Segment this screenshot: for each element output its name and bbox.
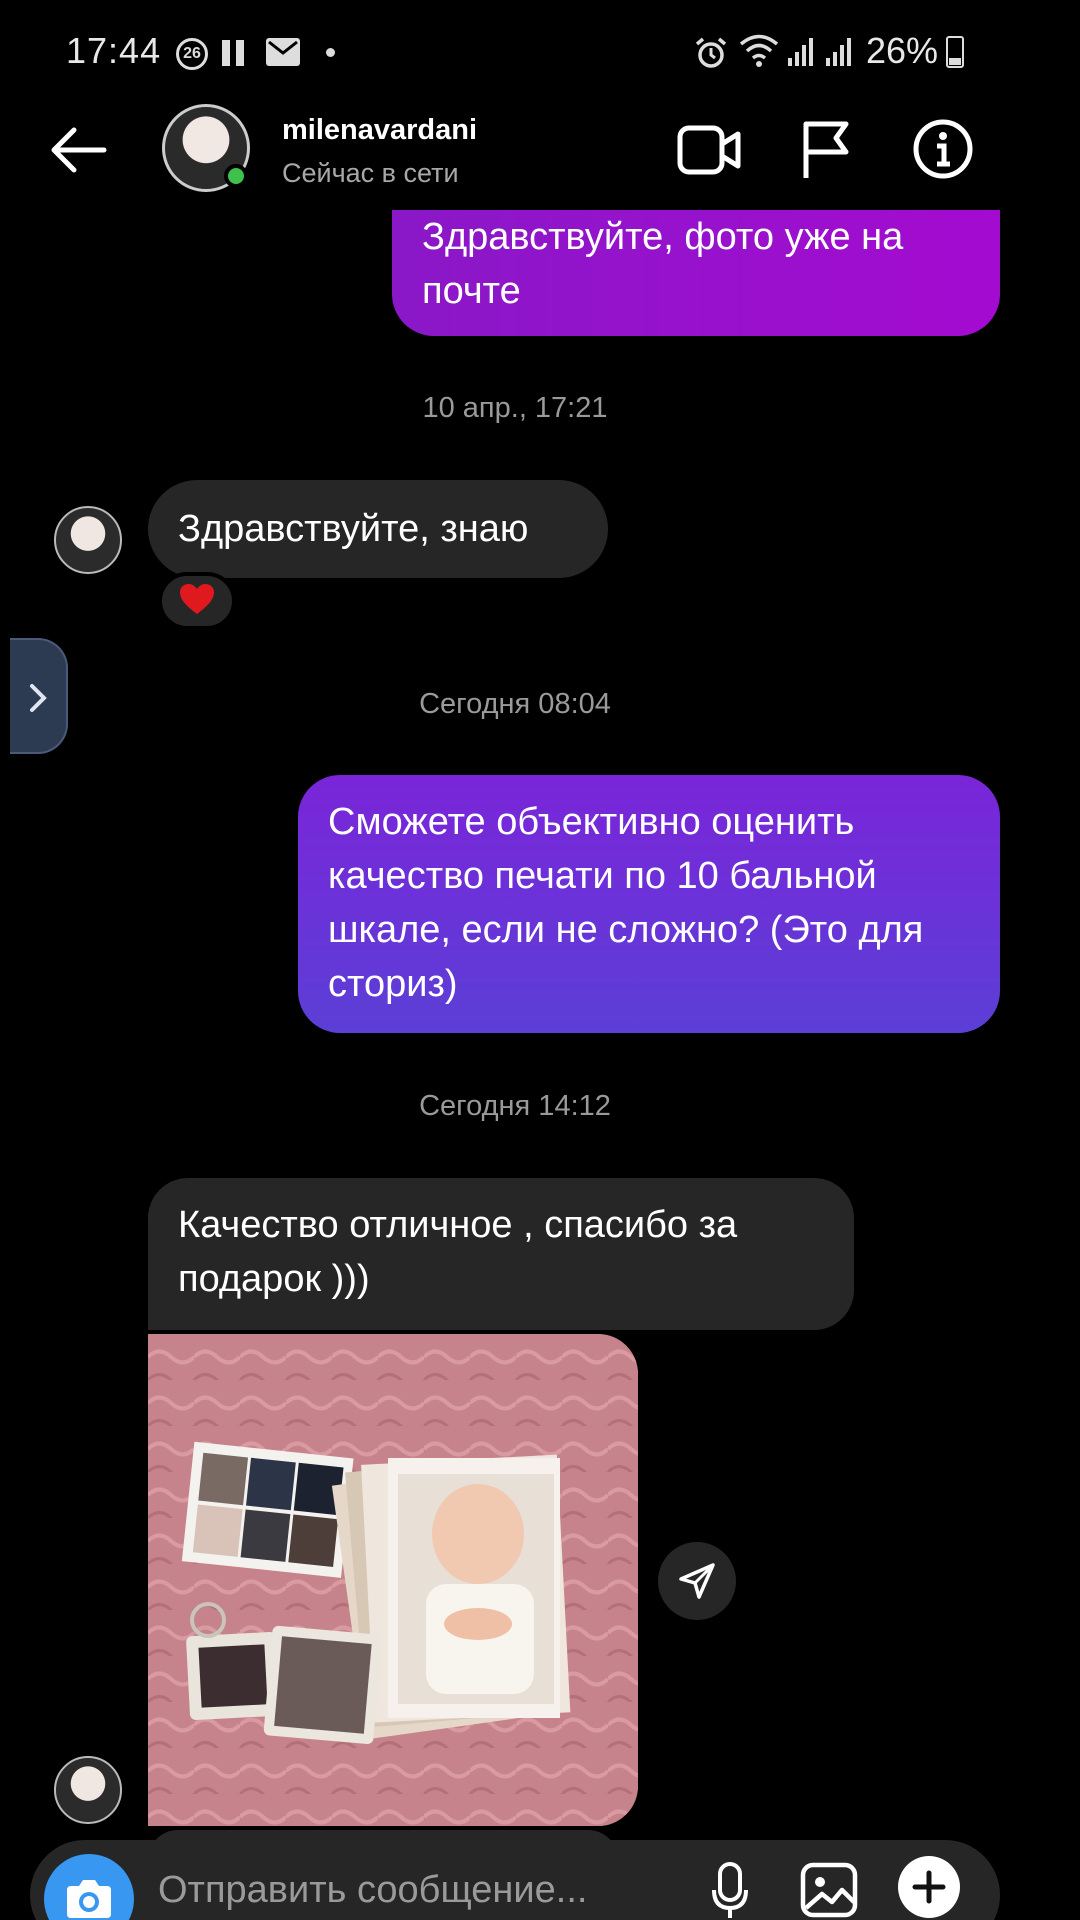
reaction-heart[interactable] [158,572,236,630]
status-time: 17:44 [66,30,162,71]
message-timestamp: 10 апр., 17:21 [422,392,608,424]
status-bar: 17:44 26 26% [0,0,1080,100]
alarm-icon [694,36,728,70]
message-input[interactable] [158,1860,588,1920]
gallery-icon[interactable] [800,1860,858,1920]
sender-avatar[interactable] [54,506,122,574]
info-icon[interactable] [912,118,974,180]
outgoing-message[interactable]: Сможете объективно оценить качество печа… [298,775,1000,1033]
wifi-icon [738,32,780,70]
contact-name[interactable]: milenavardani [282,114,477,147]
camera-button[interactable] [44,1854,134,1920]
chat-header: milenavardani Сейчас в сети [0,100,1080,210]
share-button[interactable] [658,1542,736,1620]
photo-image [148,1334,638,1826]
battery-icon [946,36,964,68]
send-arrow-icon [679,1563,715,1599]
notification-count-icon: 26 [176,38,208,70]
heart-icon [179,583,215,620]
incoming-message[interactable]: Здравствуйте, знаю [148,480,608,578]
plus-icon [912,1870,946,1904]
outgoing-message[interactable]: Здравствуйте, фото уже на почте [392,206,1000,336]
signal-sim1-icon [786,38,814,66]
message-timestamp: Сегодня 08:04 [419,688,611,720]
direct-message-screen: 17:44 26 26% milenavardani Сейчас в сети… [0,0,1080,1920]
back-arrow-icon[interactable] [46,118,110,182]
mail-icon [266,38,300,66]
incoming-message[interactable]: Качество отличное , спасибо за подарок )… [148,1178,854,1330]
message-timestamp: Сегодня 14:12 [419,1090,611,1122]
add-button[interactable] [898,1856,960,1918]
battery-percent: 26% [866,30,939,71]
message-composer [30,1840,1000,1920]
signal-sim2-icon [824,38,852,66]
pause-icon [222,40,248,66]
online-indicator [224,164,248,188]
photo-message[interactable] [148,1334,638,1826]
camera-icon [67,1880,111,1918]
contact-status: Сейчас в сети [282,158,459,188]
microphone-icon[interactable] [710,1862,750,1920]
more-notifications-icon [326,48,335,57]
flag-icon[interactable] [800,120,852,180]
video-call-icon[interactable] [676,120,742,180]
contact-avatar[interactable] [162,104,250,192]
sender-avatar[interactable] [54,1756,122,1824]
